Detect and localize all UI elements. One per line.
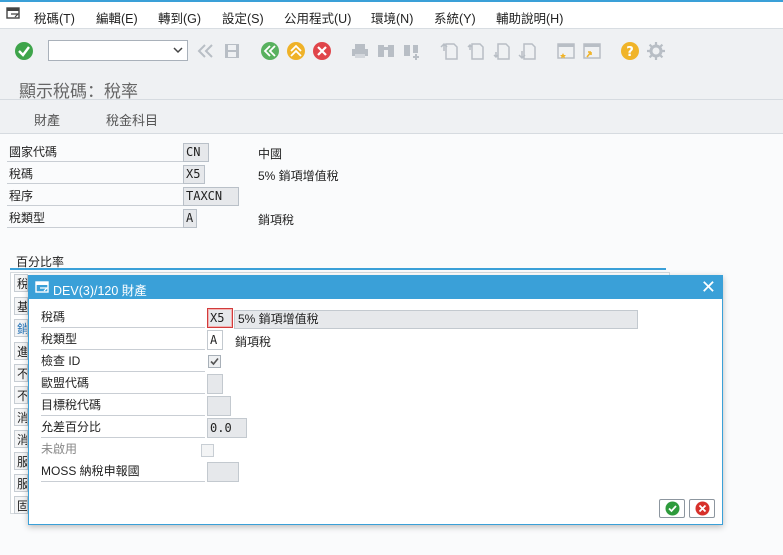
rate-row-label: 基 xyxy=(14,297,28,315)
rate-row-label: 服 xyxy=(14,452,28,470)
menu-item-edit[interactable]: 編輯(E) xyxy=(96,8,138,27)
inactive-checkbox[interactable] xyxy=(201,444,214,457)
dialog-tolerance-label: 允差百分比 xyxy=(41,418,205,438)
menu-item-system[interactable]: 系統(Y) xyxy=(434,8,476,27)
back-nav-icon[interactable] xyxy=(260,41,280,61)
tab-tax-accounts[interactable]: 稅金科目 xyxy=(106,110,158,129)
tax-code-value[interactable]: X5 xyxy=(183,165,205,184)
procedure-label: 程序 xyxy=(7,187,183,206)
dialog-moss-field[interactable] xyxy=(207,462,239,482)
dialog-title: DEV(3)/120 財產 xyxy=(53,284,147,298)
dialog-check-id-label: 檢查 ID xyxy=(41,352,205,372)
cancel-circle-icon xyxy=(695,501,709,516)
check-id-checkbox[interactable] xyxy=(208,355,221,368)
shortcut-icon[interactable] xyxy=(582,41,602,61)
chevron-down-icon[interactable] xyxy=(173,44,183,56)
menu-item-goto[interactable]: 轉到(G) xyxy=(158,8,201,27)
dialog-tax-code-label: 稅碼 xyxy=(41,308,205,328)
new-session-icon[interactable] xyxy=(556,41,576,61)
menu-item-environment[interactable]: 環境(N) xyxy=(371,8,413,27)
svg-text:?: ? xyxy=(626,45,634,60)
checkmark-icon xyxy=(210,357,219,366)
dialog-ok-button[interactable] xyxy=(659,499,685,518)
rate-row-label: 消 xyxy=(14,408,28,426)
enter-icon[interactable] xyxy=(14,41,34,61)
dialog-eu-code-field[interactable] xyxy=(207,374,223,394)
dialog-moss-label: MOSS 納稅申報國 xyxy=(41,462,205,482)
rate-row-label: 不 xyxy=(14,364,28,382)
dialog-menu-icon[interactable] xyxy=(35,280,49,294)
menu-item-help[interactable]: 輔助說明(H) xyxy=(496,8,563,27)
last-page-icon[interactable] xyxy=(518,41,538,61)
procedure-value[interactable]: TAXCN xyxy=(183,187,239,206)
command-field[interactable] xyxy=(48,40,188,61)
first-page-icon[interactable] xyxy=(440,41,460,61)
tax-type-value[interactable]: A xyxy=(183,209,197,228)
dialog-tolerance-field[interactable]: 0.0 xyxy=(207,418,247,438)
toolbar: ? xyxy=(0,29,783,71)
next-page-icon[interactable] xyxy=(492,41,512,61)
percentage-rates-header: 百分比率 xyxy=(10,253,666,270)
menu-icon[interactable] xyxy=(6,6,20,20)
find-icon[interactable] xyxy=(376,41,396,61)
dialog-inactive-label: 未啟用 xyxy=(41,442,78,456)
print-icon[interactable] xyxy=(350,41,370,61)
property-dialog: DEV(3)/120 財產 ✕ 稅碼 X5 5% 銷項增值稅 稅類型 A 銷項稅… xyxy=(28,275,723,525)
rate-row-label: 不 xyxy=(14,386,28,404)
dialog-eu-code-label: 歐盟代碼 xyxy=(41,374,205,394)
dialog-tax-code-desc: 5% 銷項增值稅 xyxy=(234,310,638,329)
menu-bar: 稅碼(T) 編輯(E) 轉到(G) 設定(S) 公用程式(U) 環境(N) 系統… xyxy=(0,2,783,29)
rate-row-label: 銷 xyxy=(14,319,28,337)
menu-item-utilities[interactable]: 公用程式(U) xyxy=(284,8,351,27)
checkmark-circle-icon xyxy=(665,501,679,516)
tab-property[interactable]: 財產 xyxy=(34,110,60,129)
find-next-icon[interactable] xyxy=(402,41,422,61)
rate-row-label: 稅 xyxy=(14,274,28,292)
country-code-value[interactable]: CN xyxy=(183,143,209,162)
tax-code-label: 稅碼 xyxy=(7,165,183,184)
menu-item-tax-code[interactable]: 稅碼(T) xyxy=(34,8,75,27)
tax-code-desc: 5% 銷項增值稅 xyxy=(258,169,339,183)
tab-strip: 財產 稅金科目 xyxy=(0,100,783,134)
prev-page-icon[interactable] xyxy=(466,41,486,61)
help-icon[interactable]: ? xyxy=(620,41,640,61)
save-icon[interactable] xyxy=(222,41,242,61)
exit-icon[interactable] xyxy=(286,41,306,61)
dialog-tax-type-label: 稅類型 xyxy=(41,330,205,350)
close-icon[interactable]: ✕ xyxy=(701,278,716,296)
country-code-label: 國家代碼 xyxy=(7,143,183,162)
tax-type-label: 稅類型 xyxy=(7,209,183,228)
rate-row-label: 消 xyxy=(14,430,28,448)
cancel-icon[interactable] xyxy=(312,41,332,61)
rate-row-label: 進 xyxy=(14,342,28,360)
dialog-tax-code-field[interactable]: X5 xyxy=(207,308,233,328)
dialog-target-tax-label: 目標稅代碼 xyxy=(41,396,205,416)
settings-icon[interactable] xyxy=(646,41,666,61)
dialog-tax-type-desc: 銷項稅 xyxy=(235,335,272,349)
menu-item-settings[interactable]: 設定(S) xyxy=(222,8,264,27)
dialog-cancel-button[interactable] xyxy=(689,499,715,518)
rate-row-label: 固 xyxy=(14,496,28,514)
rate-row-label: 服 xyxy=(14,474,28,492)
back-icon[interactable] xyxy=(196,41,216,61)
dialog-target-tax-field[interactable] xyxy=(207,396,231,416)
dialog-title-bar: DEV(3)/120 財產 ✕ xyxy=(29,276,722,299)
country-code-desc: 中國 xyxy=(258,147,283,161)
tax-type-desc: 銷項稅 xyxy=(258,213,295,227)
dialog-tax-type-field[interactable]: A xyxy=(207,330,223,350)
